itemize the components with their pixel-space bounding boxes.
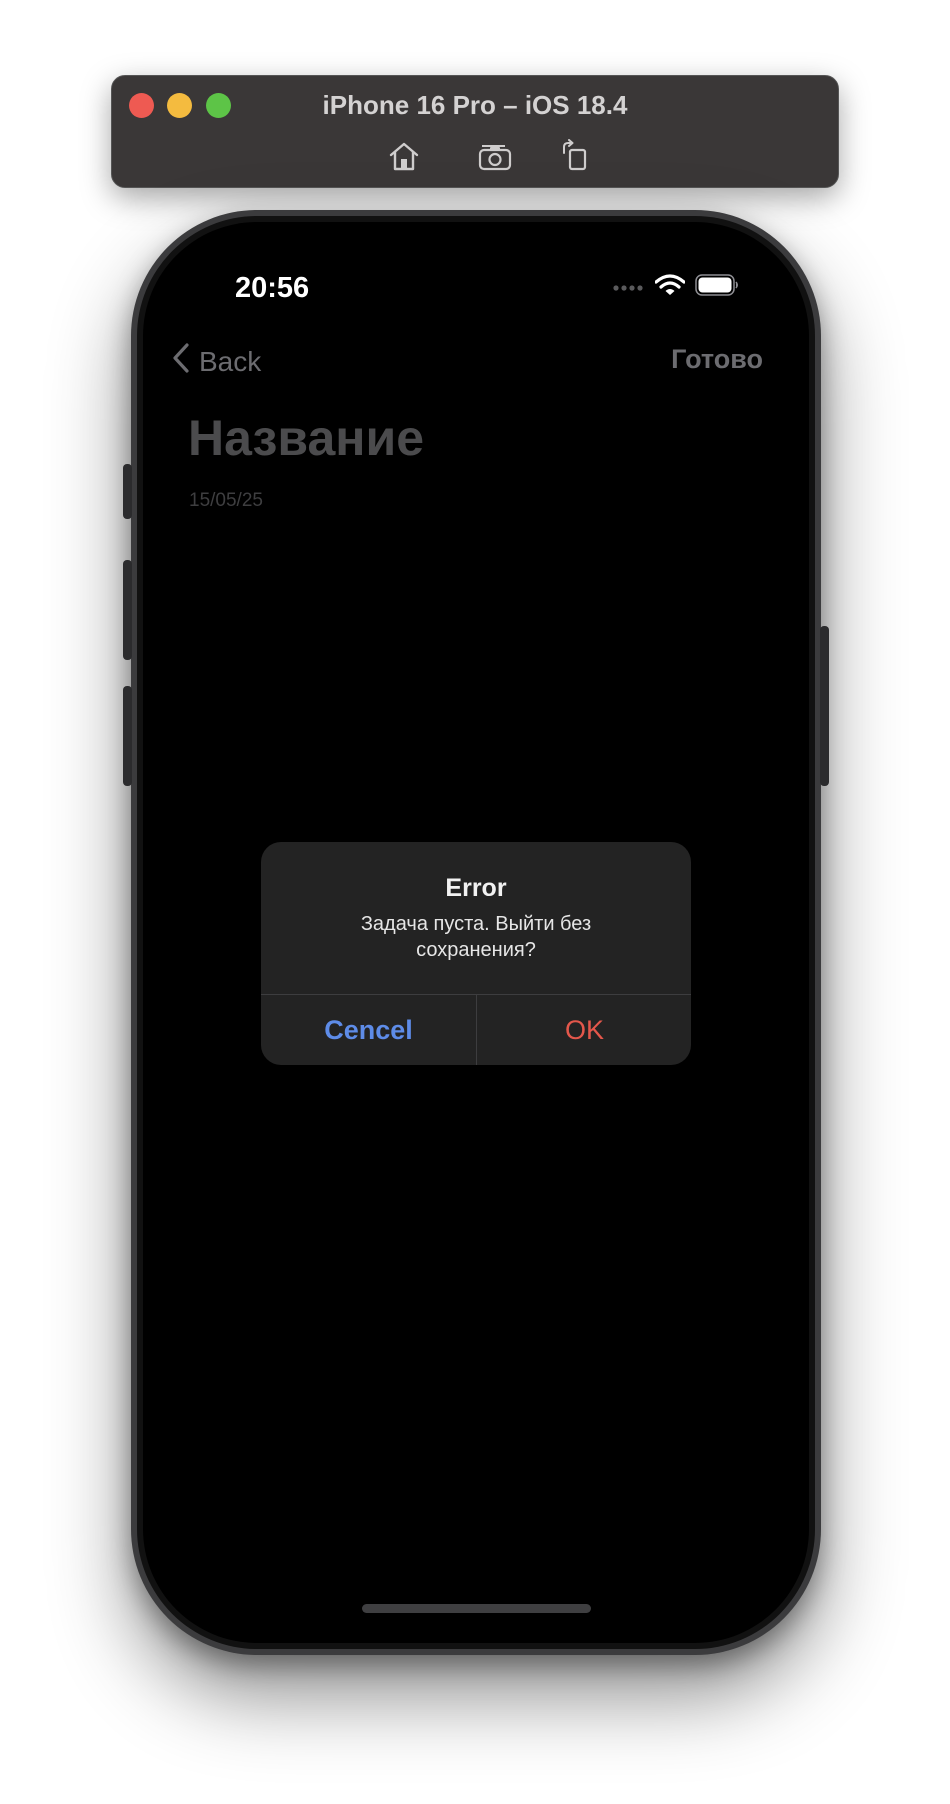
done-button[interactable]: Готово [671, 344, 763, 375]
battery-icon [695, 274, 739, 301]
alert-title: Error [445, 874, 507, 902]
power-button [820, 626, 829, 786]
back-label: Back [199, 345, 262, 377]
signal-icon [613, 279, 645, 297]
home-icon[interactable] [384, 136, 424, 176]
simulator-title: iPhone 16 Pro – iOS 18.4 [322, 90, 628, 120]
status-time: 20:56 [235, 272, 310, 304]
phone-screen: 20:56 Back Готово Название 15/05/25 Erro… [143, 222, 809, 1643]
status-icons [613, 274, 739, 301]
wifi-icon [654, 274, 686, 301]
note-date: 15/05/25 [189, 490, 263, 511]
error-alert: Error Задача пуста. Выйти без сохранения… [261, 842, 691, 1065]
simulator-toolbar: iPhone 16 Pro – iOS 18.4 [111, 75, 839, 188]
alert-message: Задача пуста. Выйти без сохранения? [360, 913, 592, 961]
screenshot-icon[interactable] [475, 136, 515, 176]
volume-down-button [123, 686, 132, 786]
note-title[interactable]: Название [188, 409, 424, 467]
back-button[interactable]: Back [171, 342, 261, 381]
action-button [123, 464, 132, 519]
cancel-button[interactable]: Cencel [261, 995, 476, 1065]
rotate-icon[interactable] [555, 136, 595, 176]
home-indicator[interactable] [362, 1604, 591, 1613]
ok-button[interactable]: OK [477, 995, 691, 1065]
chevron-left-icon [171, 342, 191, 381]
volume-up-button [123, 560, 132, 660]
